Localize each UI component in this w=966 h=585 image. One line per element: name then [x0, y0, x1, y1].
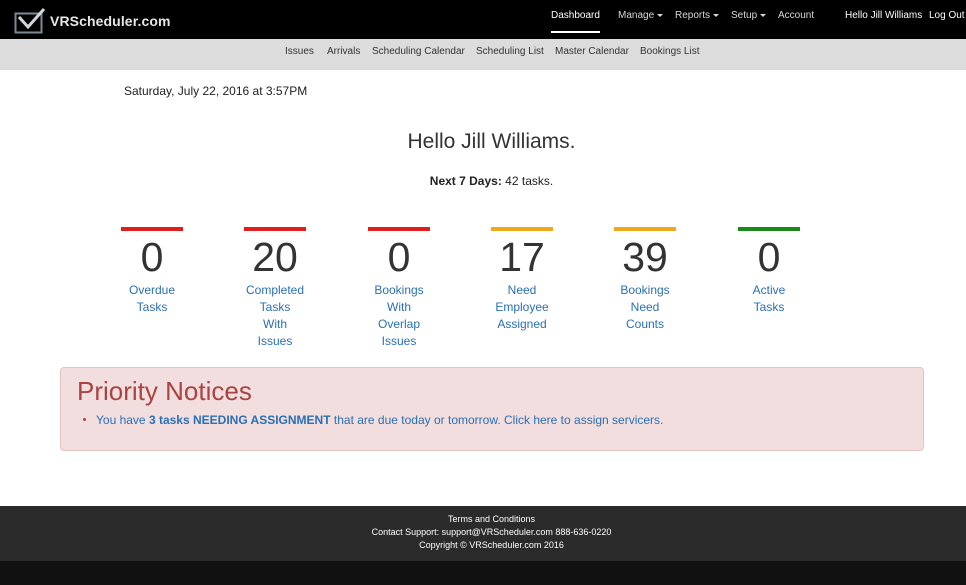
stat-color-bar — [368, 227, 430, 231]
stat-label-line: With — [263, 317, 287, 331]
stat-bookings-overlap[interactable]: 0 Bookings With Overlap Issues — [363, 227, 435, 350]
top-navbar: VRScheduler.com Dashboard Manage Reports… — [0, 0, 966, 39]
subnav-scheduling-calendar[interactable]: Scheduling Calendar — [372, 39, 465, 64]
nav-reports[interactable]: Reports — [675, 0, 720, 33]
stat-value: 17 — [499, 234, 545, 280]
caret-down-icon — [760, 13, 767, 17]
nav-manage[interactable]: Manage — [618, 0, 664, 33]
stat-label-line: Completed — [245, 283, 305, 297]
stat-value: 0 — [140, 234, 164, 280]
logout-link[interactable]: Log Out — [929, 0, 965, 31]
copyright: Copyright © VRScheduler.com 2016 — [419, 540, 564, 550]
stat-label-line: Employee — [495, 300, 549, 314]
support-contact: Contact Support: support@VRScheduler.com… — [371, 527, 612, 537]
stat-bookings-need-counts[interactable]: 39 Bookings Need Counts — [609, 227, 681, 333]
subnav-issues[interactable]: Issues — [285, 39, 314, 64]
stat-color-bar — [738, 227, 800, 231]
stat-label-line: Overdue — [128, 283, 176, 297]
nav-dashboard[interactable]: Dashboard — [551, 0, 600, 33]
stat-label-line: Issues — [381, 334, 417, 348]
sub-navbar: Issues Arrivals Scheduling Calendar Sche… — [0, 39, 966, 70]
current-date: Saturday, July 22, 2016 at 3:57PM — [124, 84, 308, 98]
stat-value: 0 — [387, 234, 411, 280]
stat-label[interactable]: Completed Tasks With Issues — [239, 282, 311, 350]
stat-label-line: Tasks — [259, 300, 291, 314]
nav-manage-label: Manage — [618, 10, 655, 21]
stat-color-bar — [244, 227, 306, 231]
notice-prefix: You have — [96, 413, 146, 427]
stat-completed-with-issues[interactable]: 20 Completed Tasks With Issues — [239, 227, 311, 350]
stat-label-line: Overlap — [377, 317, 421, 331]
stat-color-bar — [614, 227, 676, 231]
stat-label-line: Need — [630, 300, 660, 314]
footer: Terms and Conditions Contact Support: su… — [0, 506, 966, 561]
bottom-strip — [0, 561, 966, 585]
stat-label-line: Issues — [257, 334, 293, 348]
subnav-arrivals[interactable]: Arrivals — [327, 39, 360, 64]
bullet-icon — [83, 418, 86, 421]
priority-notices-panel: Priority Notices You have 3 tasks NEEDIN… — [60, 367, 924, 451]
stat-label[interactable]: Need Employee Assigned — [486, 282, 558, 333]
next-7-days-label: Next 7 Days: — [429, 174, 502, 188]
subnav-scheduling-list[interactable]: Scheduling List — [476, 39, 544, 64]
stat-label[interactable]: Bookings Need Counts — [609, 282, 681, 333]
stat-value: 20 — [252, 234, 298, 280]
page-title: Hello Jill Williams. — [407, 130, 576, 153]
nav-reports-label: Reports — [675, 10, 711, 21]
subnav-master-calendar[interactable]: Master Calendar — [555, 39, 629, 64]
stat-label[interactable]: Overdue Tasks — [116, 282, 188, 316]
stat-label-line: Tasks — [753, 300, 785, 314]
nav-setup-label: Setup — [731, 10, 758, 21]
stat-need-employee[interactable]: 17 Need Employee Assigned — [486, 227, 558, 333]
brand[interactable]: VRScheduler.com — [14, 6, 171, 36]
stat-color-bar — [121, 227, 183, 231]
priority-notices-title: Priority Notices — [77, 376, 252, 406]
stat-label-line: Counts — [625, 317, 665, 331]
stat-label-line: Active — [752, 283, 786, 297]
stat-overdue-tasks[interactable]: 0 Overdue Tasks — [116, 227, 188, 316]
notice-suffix: that are due today or tomorrow. Click he… — [333, 413, 664, 427]
checkmark-box-icon — [14, 8, 46, 34]
caret-down-icon — [713, 13, 720, 17]
user-greeting[interactable]: Hello Jill Williams — [845, 0, 922, 31]
stat-label-line: Need — [507, 283, 537, 297]
brand-name: VRScheduler.com — [50, 13, 171, 29]
stat-label-line: With — [387, 300, 411, 314]
stat-label-line: Tasks — [136, 300, 168, 314]
next-7-days-summary: Next 7 Days: 42 tasks. — [0, 174, 966, 188]
subnav-bookings-list[interactable]: Bookings List — [640, 39, 699, 64]
priority-notice-item[interactable]: You have 3 tasks NEEDING ASSIGNMENT that… — [83, 413, 664, 427]
stat-label-line: Bookings — [620, 283, 670, 297]
nav-account[interactable]: Account — [778, 0, 814, 33]
terms-link[interactable]: Terms and Conditions — [0, 514, 966, 524]
stat-value: 39 — [622, 234, 668, 280]
stat-value: 0 — [757, 234, 781, 280]
stat-label[interactable]: Active Tasks — [733, 282, 805, 316]
nav-dashboard-label: Dashboard — [551, 10, 600, 21]
caret-down-icon — [657, 13, 664, 17]
stat-color-bar — [491, 227, 553, 231]
next-7-days-value: 42 tasks. — [505, 174, 554, 188]
nav-account-label: Account — [778, 10, 815, 21]
stat-label[interactable]: Bookings With Overlap Issues — [363, 282, 435, 350]
stat-active-tasks[interactable]: 0 Active Tasks — [733, 227, 805, 316]
notice-highlight: 3 tasks NEEDING ASSIGNMENT — [148, 413, 331, 427]
stat-label-line: Assigned — [497, 317, 547, 331]
nav-setup[interactable]: Setup — [731, 0, 767, 33]
stat-label-line: Bookings — [374, 283, 424, 297]
